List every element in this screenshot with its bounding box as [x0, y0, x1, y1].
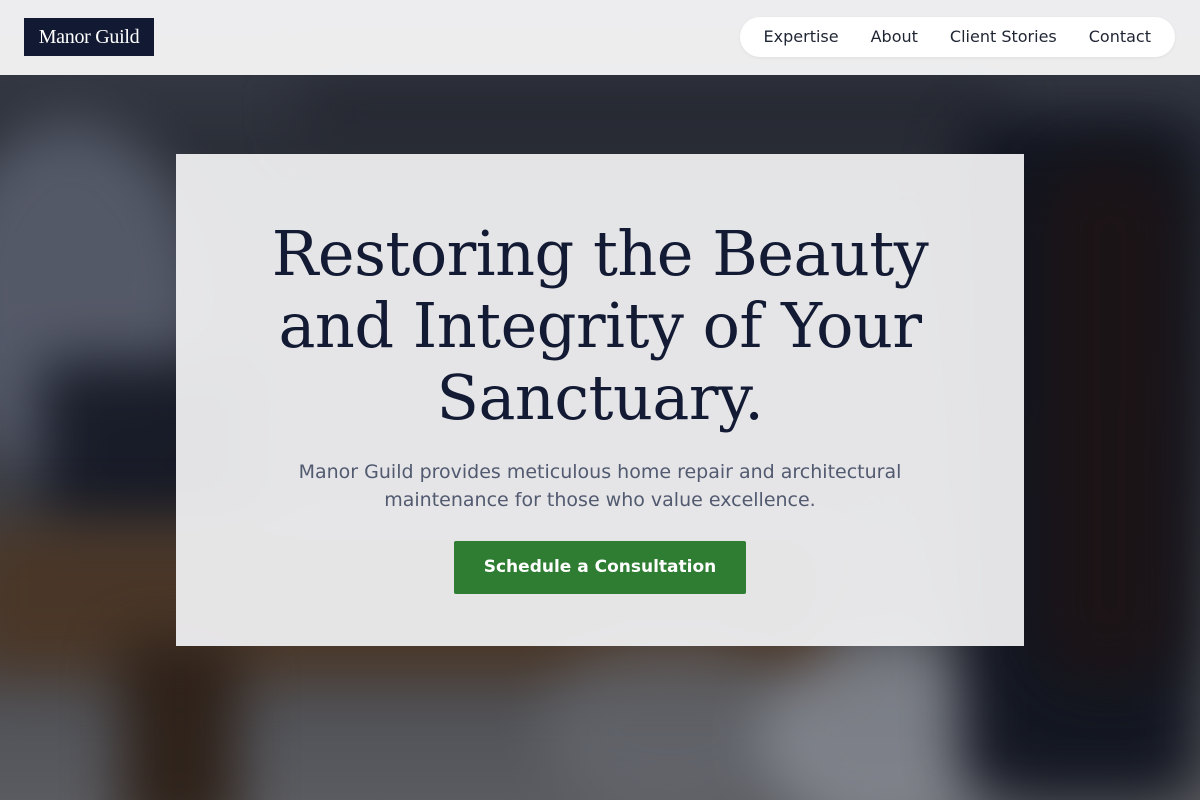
- nav-link-client-stories[interactable]: Client Stories: [934, 17, 1073, 57]
- hero-card: Restoring the Beauty and Integrity of Yo…: [176, 154, 1024, 646]
- nav-link-expertise[interactable]: Expertise: [748, 17, 855, 57]
- hero-subtitle: Manor Guild provides meticulous home rep…: [298, 461, 902, 511]
- hero-title: Restoring the Beauty and Integrity of Yo…: [271, 217, 929, 434]
- page: Manor Guild Expertise About Client Stori…: [0, 0, 1200, 800]
- schedule-consultation-button[interactable]: Schedule a Consultation: [454, 541, 746, 594]
- site-header: Manor Guild Expertise About Client Stori…: [0, 0, 1200, 75]
- nav-link-contact[interactable]: Contact: [1073, 17, 1167, 57]
- nav-link-about[interactable]: About: [855, 17, 934, 57]
- main-nav: Expertise About Client Stories Contact: [739, 17, 1175, 57]
- logo[interactable]: Manor Guild: [24, 18, 154, 56]
